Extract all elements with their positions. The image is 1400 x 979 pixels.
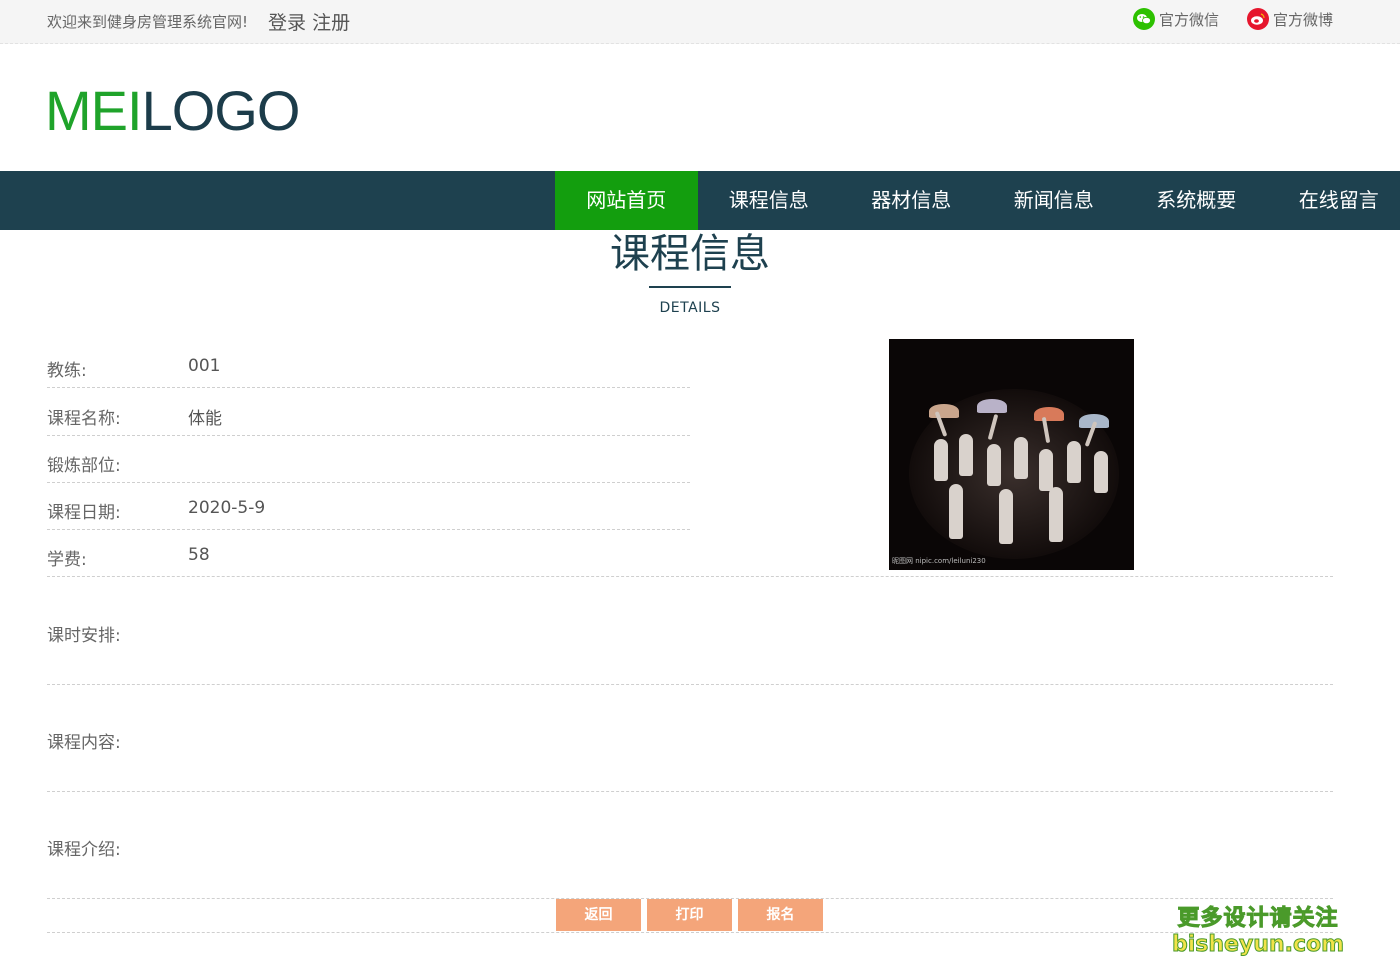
login-link[interactable]: 登录 bbox=[268, 12, 306, 34]
page-heading: 课程信息 DETAILS bbox=[0, 230, 1400, 316]
photo-dancer bbox=[1049, 487, 1063, 542]
welcome-text: 欢迎来到健身房管理系统官网! bbox=[47, 13, 249, 31]
intro-block: 课程介绍: bbox=[47, 792, 1333, 899]
register-link[interactable]: 注册 bbox=[312, 12, 350, 34]
detail-row-part: 锻炼部位: bbox=[47, 435, 690, 483]
coach-label: 教练: bbox=[47, 361, 87, 381]
logo-part-1: MEI bbox=[45, 79, 143, 142]
photo-dancer bbox=[999, 489, 1013, 544]
photo-dancer bbox=[1094, 451, 1108, 493]
enroll-button[interactable]: 报名 bbox=[738, 899, 823, 931]
wechat-label: 官方微信 bbox=[1159, 10, 1220, 29]
intro-label: 课程介绍: bbox=[47, 840, 121, 860]
photo-fan bbox=[1034, 407, 1064, 421]
photo-dancer bbox=[1067, 441, 1081, 483]
schedule-block: 课时安排: bbox=[47, 577, 1333, 685]
title-underline bbox=[649, 286, 731, 288]
course-date-value: 2020-5-9 bbox=[188, 498, 266, 518]
page-title: 课程信息 bbox=[610, 231, 770, 277]
course-name-value: 体能 bbox=[188, 409, 222, 429]
wechat-icon bbox=[1133, 8, 1155, 30]
wechat-link[interactable]: 官方微信 bbox=[1133, 8, 1219, 30]
nav-item-equipment[interactable]: 器材信息 bbox=[840, 171, 983, 230]
action-buttons: 返回 打印 报名 bbox=[556, 899, 823, 931]
photo-fan bbox=[929, 404, 959, 418]
photo-fan bbox=[977, 399, 1007, 413]
detail-row-date: 课程日期: 2020-5-9 bbox=[47, 482, 690, 530]
course-photo: 昵图网 nipic.com/leiluni230 bbox=[889, 339, 1134, 570]
photo-dancer bbox=[949, 484, 963, 539]
nav-item-about[interactable]: 系统概要 bbox=[1125, 171, 1268, 230]
site-watermark: 更多设计请关注 bisheyun.com bbox=[1171, 900, 1345, 958]
detail-row-coach: 教练: 001 bbox=[47, 340, 690, 388]
photo-dancer bbox=[1014, 437, 1028, 479]
content-label: 课程内容: bbox=[47, 733, 121, 753]
site-logo[interactable]: MEILOGO bbox=[45, 78, 301, 143]
nav-item-messages[interactable]: 在线留言 bbox=[1268, 171, 1400, 230]
back-button[interactable]: 返回 bbox=[556, 899, 641, 931]
schedule-label: 课时安排: bbox=[47, 626, 121, 646]
photo-dancer bbox=[987, 444, 1001, 486]
fee-label: 学费: bbox=[47, 550, 87, 570]
bottom-divider bbox=[47, 932, 1333, 933]
watermark-line-1: 更多设计请关注 bbox=[1177, 906, 1339, 932]
nav-item-news[interactable]: 新闻信息 bbox=[983, 171, 1126, 230]
fee-value: 58 bbox=[188, 545, 210, 565]
detail-row-fee: 学费: 58 bbox=[47, 529, 1333, 577]
weibo-icon bbox=[1247, 8, 1269, 30]
weibo-link[interactable]: 官方微博 bbox=[1247, 8, 1333, 30]
auth-links: 登录 注册 bbox=[268, 8, 350, 35]
nav-item-courses[interactable]: 课程信息 bbox=[698, 171, 841, 230]
logo-part-2: LOGO bbox=[141, 79, 301, 142]
photo-dancer bbox=[934, 439, 948, 481]
course-name-label: 课程名称: bbox=[47, 409, 121, 429]
photo-watermark: 昵图网 nipic.com/leiluni230 bbox=[892, 557, 986, 565]
main-nav: 网站首页 课程信息 器材信息 新闻信息 系统概要 在线留言 bbox=[0, 171, 1400, 230]
photo-dancer bbox=[1039, 449, 1053, 491]
nav-item-home[interactable]: 网站首页 bbox=[555, 171, 698, 230]
detail-row-name: 课程名称: 体能 bbox=[47, 388, 690, 436]
course-date-label: 课程日期: bbox=[47, 503, 121, 523]
content-block: 课程内容: bbox=[47, 685, 1333, 792]
watermark-line-2: bisheyun.com bbox=[1171, 932, 1345, 958]
top-bar: 欢迎来到健身房管理系统官网! 登录 注册 官方微信 官方微博 bbox=[0, 0, 1400, 44]
page-subtitle: DETAILS bbox=[659, 300, 721, 316]
photo-dancer bbox=[959, 434, 973, 476]
print-button[interactable]: 打印 bbox=[647, 899, 732, 931]
coach-value: 001 bbox=[188, 356, 221, 376]
body-part-label: 锻炼部位: bbox=[47, 456, 121, 476]
weibo-label: 官方微博 bbox=[1273, 10, 1334, 29]
